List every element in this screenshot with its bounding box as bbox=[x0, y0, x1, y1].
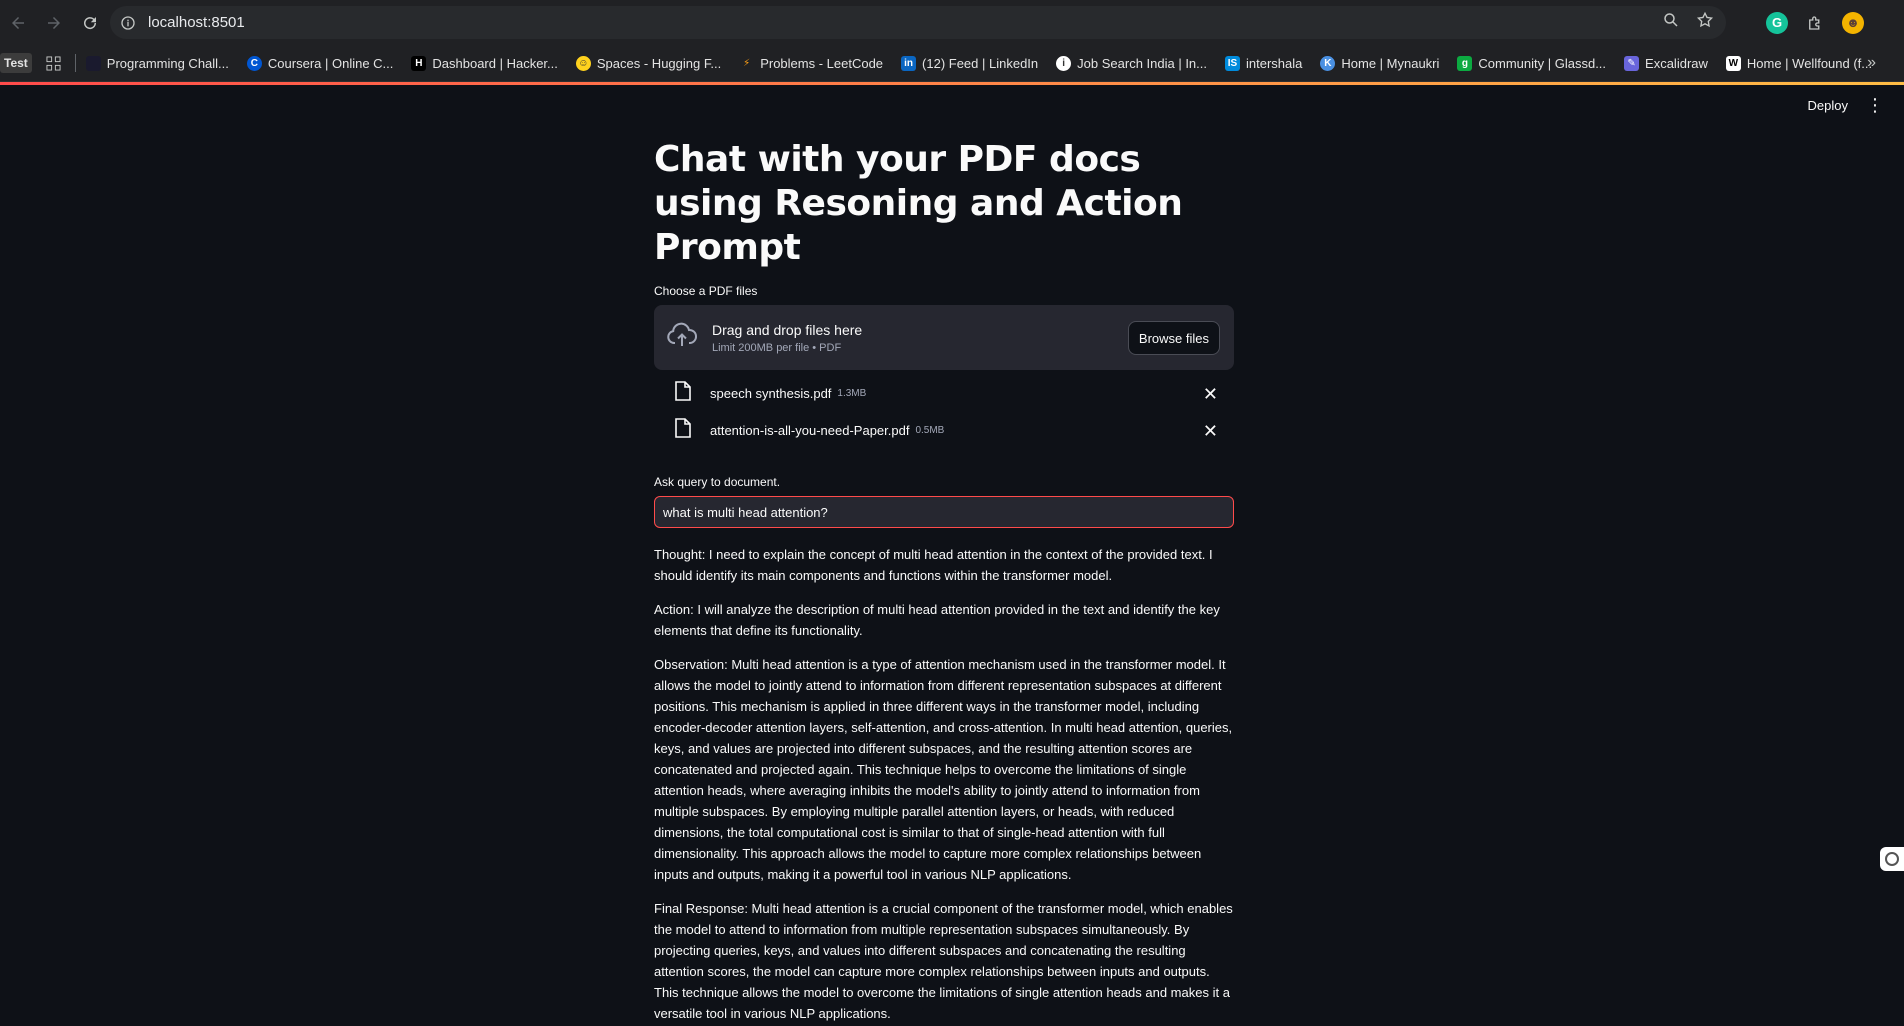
observation-text: Observation: Multi head attention is a t… bbox=[654, 657, 1233, 882]
reload-icon bbox=[84, 16, 97, 29]
coursera-icon: C bbox=[246, 55, 262, 71]
bookmark-item[interactable]: g Community | Glassd... bbox=[1457, 55, 1606, 71]
wellfound-icon: W bbox=[1725, 55, 1741, 71]
excalidraw-icon: ✎ bbox=[1624, 55, 1640, 71]
bookmark-star-icon[interactable] bbox=[1696, 11, 1714, 34]
bookmark-item[interactable]: ⚡ Problems - LeetCode bbox=[739, 56, 883, 71]
query-label: Ask query to document. bbox=[654, 475, 781, 489]
browser-toolbar: localhost:8501 G ☻ bbox=[0, 0, 1904, 45]
query-input[interactable]: what is multi head attention? bbox=[654, 496, 1234, 528]
bookmark-separator bbox=[74, 54, 76, 72]
indeed-icon: i bbox=[1056, 55, 1072, 71]
dropzone-instructions: Drag and drop files here bbox=[712, 321, 863, 338]
chevron-double-right-icon[interactable]: » bbox=[1867, 54, 1876, 72]
arrow-left-icon bbox=[12, 16, 24, 29]
back-button[interactable] bbox=[0, 5, 36, 41]
bookmark-item[interactable]: W Home | Wellfound (f... bbox=[1725, 55, 1872, 71]
file-size: 1.3MB bbox=[837, 388, 867, 399]
bookmark-item[interactable]: IS intershala bbox=[1225, 55, 1302, 71]
file-name: attention-is-all-you-need-Paper.pdf bbox=[710, 423, 910, 438]
streamlit-decoration-bar bbox=[0, 82, 1904, 85]
page-title: Chat with your PDF docs using Resoning a… bbox=[654, 139, 1183, 268]
profile-avatar[interactable]: ☻ bbox=[1842, 11, 1864, 34]
file-name: speech synthesis.pdf bbox=[710, 386, 832, 401]
main-content: Chat with your PDF docs using Resoning a… bbox=[654, 138, 1234, 1024]
browse-files-button[interactable]: Browse files bbox=[1127, 321, 1220, 355]
bookmark-item[interactable]: ☺ Spaces - Hugging F... bbox=[575, 55, 721, 71]
site-info-icon[interactable] bbox=[110, 15, 146, 31]
bookmark-item[interactable]: H Dashboard | Hacker... bbox=[411, 55, 558, 71]
uploaded-file: speech synthesis.pdf 1.3MB ✕ bbox=[654, 375, 1234, 412]
uploaded-file: attention-is-all-you-need-Paper.pdf 0.5M… bbox=[654, 412, 1234, 449]
bookmarks-bar: Test Programming Chall... C Coursera | On… bbox=[0, 45, 1904, 82]
glassdoor-icon: g bbox=[1457, 55, 1473, 71]
main-menu-icon[interactable]: ⋮ bbox=[1866, 96, 1884, 114]
dropzone-limit: Limit 200MB per file • PDF bbox=[712, 341, 842, 354]
bookmark-item[interactable]: Programming Chall... bbox=[85, 55, 229, 71]
bookmark-item[interactable]: i Job Search India | In... bbox=[1056, 55, 1207, 71]
apps-grid-icon[interactable] bbox=[46, 55, 61, 71]
naukri-icon: K bbox=[1320, 55, 1336, 71]
bookmark-item[interactable]: K Home | Mynaukri bbox=[1320, 55, 1439, 71]
uploader-label: Choose a PDF files bbox=[654, 284, 758, 298]
remove-file-icon[interactable]: ✕ bbox=[1203, 384, 1218, 405]
leetcode-icon: ⚡ bbox=[743, 57, 751, 69]
app-header: Deploy ⋮ bbox=[1808, 96, 1884, 114]
address-bar[interactable]: localhost:8501 bbox=[110, 6, 1726, 39]
reload-button[interactable] bbox=[72, 5, 108, 41]
response-block: Thought: I need to explain the concept o… bbox=[654, 544, 1234, 1024]
huggingface-icon: ☺ bbox=[575, 55, 591, 71]
action-text: Action: I will analyze the description o… bbox=[654, 602, 1220, 638]
thought-text: Thought: I need to explain the concept o… bbox=[654, 547, 1213, 583]
file-dropzone[interactable]: Drag and drop files here Limit 200MB per… bbox=[654, 305, 1234, 370]
file-icon bbox=[674, 381, 692, 406]
uploaded-files-list: speech synthesis.pdf 1.3MB ✕ attention-i… bbox=[654, 375, 1234, 449]
extensions-puzzle-icon[interactable] bbox=[1804, 12, 1826, 34]
file-size: 0.5MB bbox=[915, 425, 945, 436]
final-response-text: Final Response: Multi head attention is … bbox=[654, 901, 1233, 1021]
bookmark-item[interactable]: C Coursera | Online C... bbox=[246, 55, 393, 71]
zoom-icon[interactable] bbox=[1662, 11, 1680, 34]
bookmark-favicon bbox=[85, 55, 101, 71]
url-text[interactable]: localhost:8501 bbox=[148, 14, 245, 31]
bookmark-item[interactable]: ✎ Excalidraw bbox=[1624, 55, 1708, 71]
forward-button[interactable] bbox=[36, 5, 72, 41]
grammarly-extension-icon[interactable]: G bbox=[1766, 11, 1788, 34]
internshala-icon: IS bbox=[1225, 55, 1240, 71]
remove-file-icon[interactable]: ✕ bbox=[1203, 421, 1218, 442]
cloud-upload-icon bbox=[666, 319, 698, 356]
floating-widget-icon[interactable] bbox=[1880, 847, 1904, 871]
file-icon bbox=[674, 418, 692, 443]
bookmark-test[interactable]: Test bbox=[0, 53, 32, 73]
deploy-button[interactable]: Deploy bbox=[1808, 98, 1848, 113]
linkedin-icon: in bbox=[901, 55, 917, 71]
arrow-right-icon bbox=[48, 16, 60, 29]
bookmark-item[interactable]: in (12) Feed | LinkedIn bbox=[901, 55, 1038, 71]
hackerrank-icon: H bbox=[411, 55, 427, 71]
